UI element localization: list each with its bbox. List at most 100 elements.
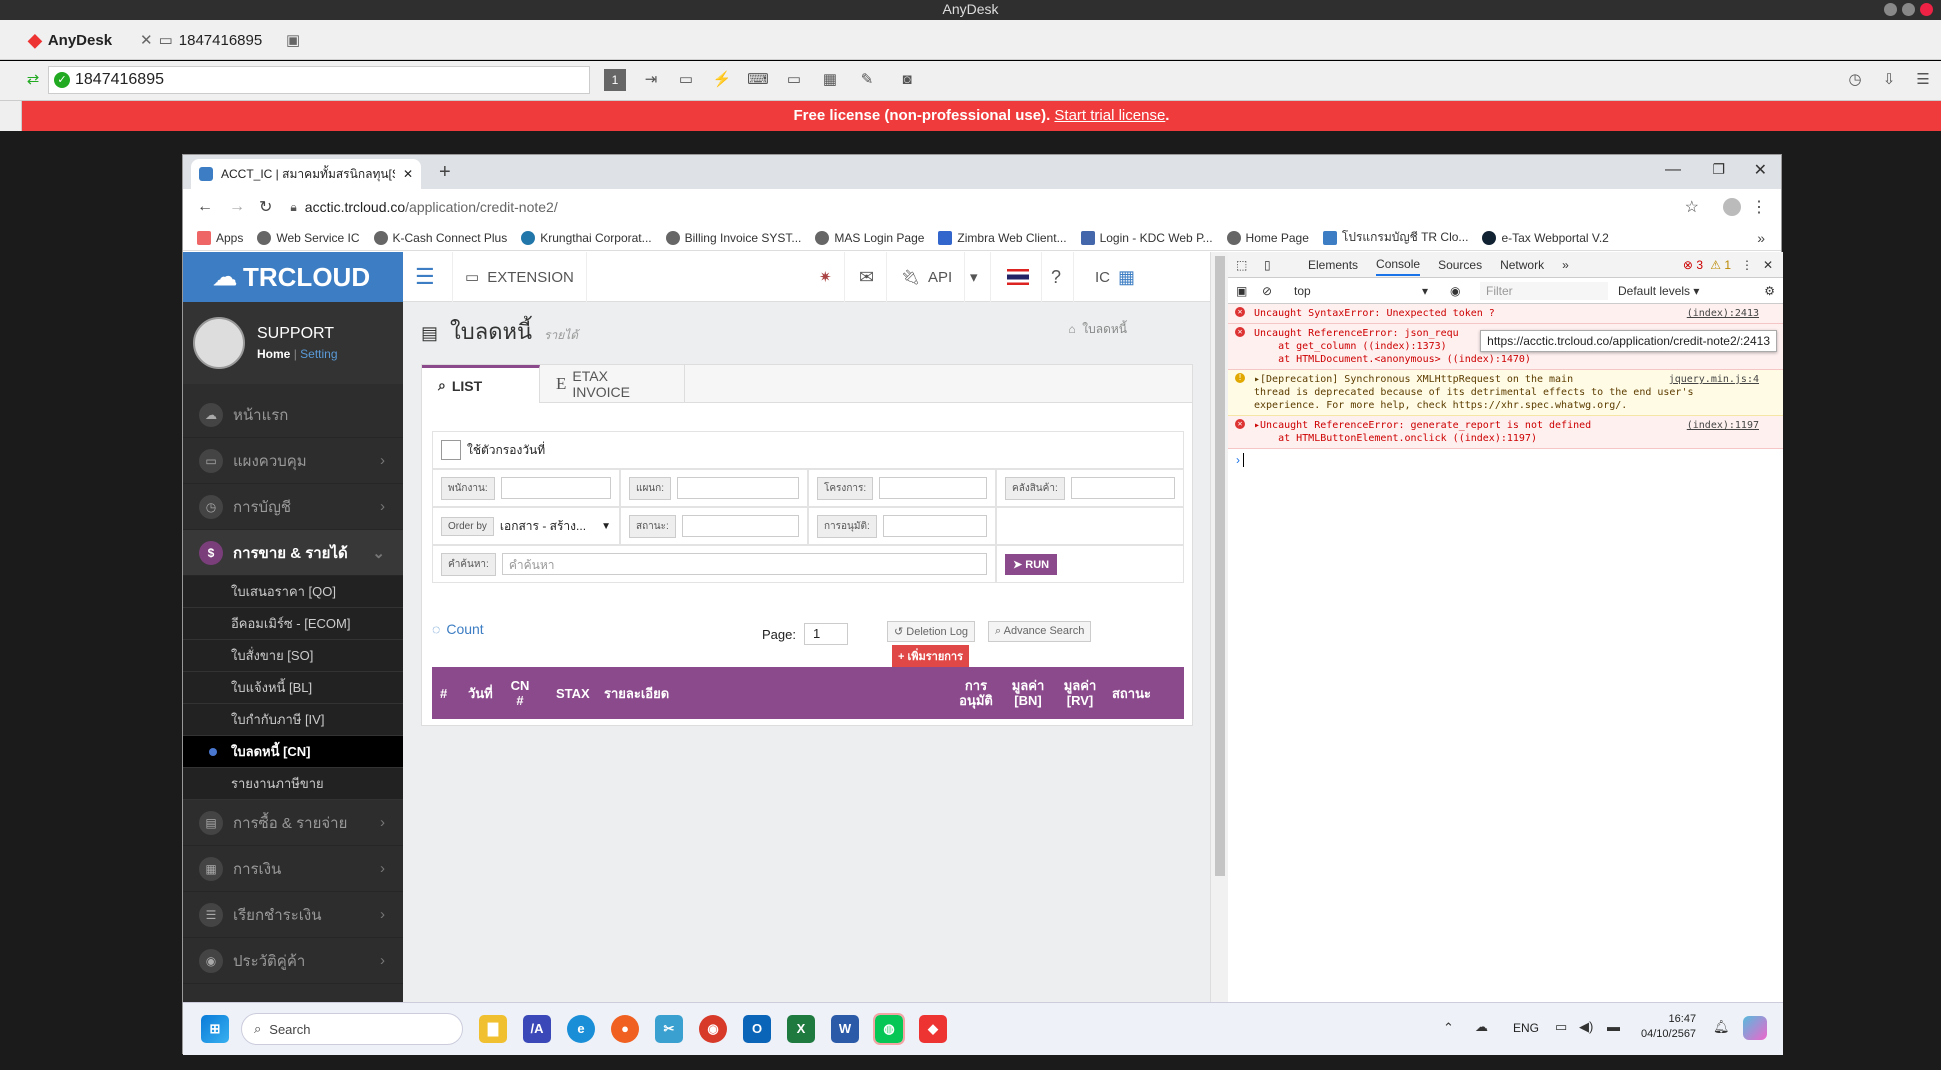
menu-icon[interactable]: ☰	[1912, 69, 1934, 91]
clock[interactable]: 16:47 04/10/2567	[1641, 1012, 1696, 1042]
keyboard-icon[interactable]: ⌨	[747, 69, 769, 91]
api-button[interactable]: 🔌︎ API	[889, 252, 966, 302]
date-filter-checkbox[interactable]	[441, 440, 461, 460]
col-index[interactable]: #	[440, 667, 447, 719]
chevron-up-icon[interactable]: ⌃	[1443, 1020, 1454, 1036]
bookmark-item[interactable]: MAS Login Page	[815, 230, 924, 245]
extension-button[interactable]: ▭ EXTENSION	[453, 252, 587, 302]
edge-icon[interactable]: e	[567, 1015, 595, 1043]
col-amount-rv[interactable]: มูลค่า [RV]	[1060, 667, 1100, 719]
page-scrollbar[interactable]	[1210, 252, 1228, 1002]
outlook-icon[interactable]: O	[743, 1015, 771, 1043]
page-input[interactable]: 1	[803, 623, 848, 645]
copilot-icon[interactable]	[1743, 1016, 1767, 1040]
new-tab-icon[interactable]: ▣	[286, 26, 300, 54]
close-tab-icon[interactable]: ✕	[140, 31, 153, 49]
battery-icon[interactable]: ▬	[1607, 1019, 1620, 1034]
close-window-icon[interactable]: ✕	[1754, 160, 1767, 180]
bookmark-item[interactable]: Billing Invoice SYST...	[665, 230, 801, 245]
clear-console-icon[interactable]: ⊘	[1262, 284, 1272, 298]
submenu-quotation[interactable]: ใบเสนอราคา [QO]	[183, 576, 403, 608]
menu-collection[interactable]: ☰ เรียกชำระเงิน ›	[183, 892, 403, 938]
eye-icon[interactable]: ◉	[1450, 284, 1460, 298]
search-input[interactable]: คำค้นหา	[501, 553, 987, 575]
console-filter-input[interactable]: Filter	[1480, 281, 1608, 300]
word-icon[interactable]: W	[831, 1015, 859, 1043]
bookmark-item[interactable]: Zimbra Web Client...	[938, 230, 1067, 245]
bookmark-item[interactable]: โปรแกรมบัญชี TR Clo...	[1322, 228, 1468, 247]
setting-link[interactable]: Setting	[300, 347, 337, 361]
employee-input[interactable]	[500, 477, 611, 499]
menu-dashboard[interactable]: ▭ แผงควบคุม ›	[183, 438, 403, 484]
submenu-ecom[interactable]: อีคอมเมิร์ซ - [ECOM]	[183, 608, 403, 640]
bookmark-item[interactable]: Web Service IC	[257, 230, 360, 245]
console-log-entry[interactable]: ✕ ▸Uncaught ReferenceError: generate_repo…	[1228, 416, 1783, 449]
log-levels-select[interactable]: Default levels ▾	[1618, 284, 1699, 298]
reload-icon[interactable]: ↻	[259, 197, 272, 217]
warehouse-input[interactable]	[1070, 477, 1175, 499]
bookmark-item[interactable]: Apps	[197, 230, 243, 245]
minimize-icon[interactable]	[1884, 3, 1897, 16]
start-trial-link[interactable]: Start trial license	[1054, 107, 1165, 124]
close-tab-icon[interactable]: ✕	[403, 167, 413, 181]
col-cn-number[interactable]: CN #	[510, 667, 530, 719]
chat-icon[interactable]: ▭	[675, 69, 697, 91]
advance-search-button[interactable]: ⌕ Advance Search	[988, 621, 1092, 642]
device-icon[interactable]: ▯	[1264, 258, 1271, 272]
menu-accounting[interactable]: ◷ การบัญชี ›	[183, 484, 403, 530]
pen-icon[interactable]: ✎	[856, 69, 878, 91]
network-icon[interactable]: ▭	[1555, 1019, 1567, 1035]
inspect-icon[interactable]: ⬚	[1236, 258, 1247, 272]
submenu-invoice[interactable]: ใบกำกับภาษี [IV]	[183, 704, 403, 736]
display-1-button[interactable]: 1	[604, 69, 626, 91]
notification-bell-icon[interactable]: 🔔︎	[1713, 1019, 1730, 1035]
deletion-log-button[interactable]: ↺ Deletion Log	[887, 621, 976, 642]
console-prompt[interactable]: ›	[1228, 449, 1783, 471]
tab-sources[interactable]: Sources	[1438, 258, 1482, 272]
menu-partner-history[interactable]: ◉ ประวัติคู่ค้า ›	[183, 938, 403, 984]
more-bookmarks-button[interactable]: »	[1757, 230, 1765, 246]
run-button[interactable]: ➤ RUN	[1005, 553, 1058, 575]
bookmark-item[interactable]: Login - KDC Web P...	[1080, 230, 1213, 245]
help-icon[interactable]: ?	[1039, 252, 1075, 302]
firefox-icon[interactable]: ●	[611, 1015, 639, 1043]
trcloud-logo[interactable]: ☁ TRCLOUD	[183, 252, 403, 302]
tab-list[interactable]: ⌕ LIST	[422, 365, 540, 403]
company-button[interactable]: IC ▦	[1083, 252, 1147, 302]
devtools-close-icon[interactable]: ✕	[1763, 258, 1773, 272]
restore-icon[interactable]: ❐	[1712, 161, 1725, 178]
app-icon[interactable]: /A	[523, 1015, 551, 1043]
hamburger-icon[interactable]: ☰	[403, 252, 453, 302]
display-icon[interactable]: ▭	[783, 69, 805, 91]
privacy-icon[interactable]: ▦	[819, 69, 841, 91]
bookmark-item[interactable]: K-Cash Connect Plus	[373, 230, 507, 245]
tab-etax[interactable]: E ETAX INVOICE	[540, 365, 685, 403]
settings-gear-icon[interactable]: ⚙	[1764, 284, 1775, 298]
bookmark-star-icon[interactable]: ☆	[1685, 197, 1699, 217]
profile-icon[interactable]	[1723, 198, 1741, 216]
back-icon[interactable]: ←	[197, 198, 213, 216]
windows-start-icon[interactable]: ⊞	[201, 1015, 229, 1043]
console-log-entry[interactable]: ✕ Uncaught SyntaxError: Unexpected token …	[1228, 304, 1783, 324]
screenshot-icon[interactable]: ◙	[896, 69, 918, 91]
console-log-entry[interactable]: ! ▸[Deprecation] Synchronous XMLHttpReque…	[1228, 370, 1783, 416]
address-input[interactable]: ✓ 1847416895	[48, 66, 590, 94]
col-stax[interactable]: STAX	[556, 667, 590, 719]
tab-anydesk[interactable]: ◆ AnyDesk	[28, 26, 112, 54]
tab-session[interactable]: ✕ ▭ 1847416895	[140, 26, 262, 54]
thai-flag-icon[interactable]	[995, 252, 1042, 302]
col-approval[interactable]: การ อนุมัติ	[956, 667, 996, 719]
menu-sales[interactable]: $ การขาย & รายได้ ⌄	[183, 530, 403, 576]
bookmark-item[interactable]: Krungthai Corporat...	[521, 230, 652, 245]
browser-tab[interactable]: ACCT_IC | สมาคมทั้มสรนิกลทุน[Su ✕	[191, 159, 421, 189]
bookmark-item[interactable]: e-Tax Webportal V.2	[1482, 230, 1609, 245]
log-source-link[interactable]: jquery.min.js:4	[1669, 373, 1759, 386]
language-indicator[interactable]: ENG	[1513, 1021, 1539, 1035]
mail-icon[interactable]: ✉	[847, 252, 888, 302]
file-explorer-icon[interactable]: ▇	[479, 1015, 507, 1043]
log-source-link[interactable]: (index):1197	[1687, 419, 1759, 432]
download-icon[interactable]: ⇩	[1878, 69, 1900, 91]
snipping-tool-icon[interactable]: ✂	[655, 1015, 683, 1043]
minimize-icon[interactable]: —	[1665, 161, 1681, 179]
submenu-credit-note[interactable]: ใบลดหนี้ [CN]	[183, 736, 403, 768]
